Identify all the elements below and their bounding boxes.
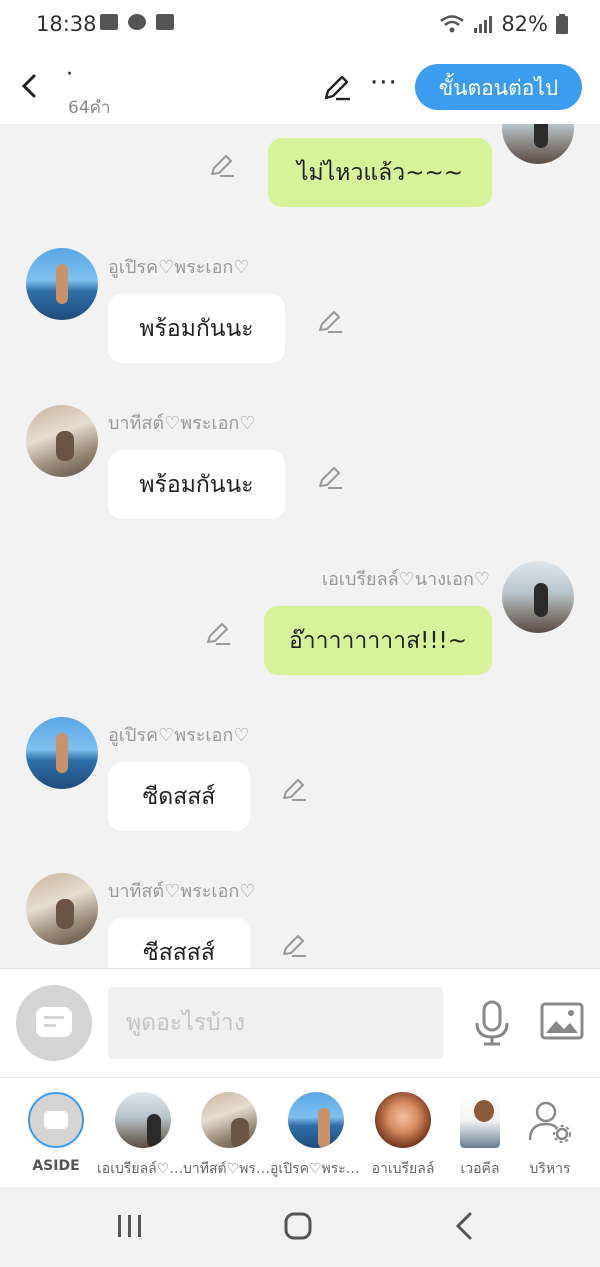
status-icons-left bbox=[100, 14, 174, 30]
message-bubble[interactable]: อ๊าาาาาาาาส!!!~ bbox=[264, 606, 492, 675]
sender-name: อูเปิรค♡พระเอก♡ bbox=[108, 257, 250, 278]
edit-message-icon[interactable] bbox=[280, 776, 308, 804]
message-input[interactable] bbox=[108, 987, 443, 1059]
next-step-button[interactable]: ขั้นตอนต่อไป bbox=[415, 64, 582, 110]
message-bubble[interactable]: พร้อมกันนะ bbox=[108, 294, 285, 363]
character-avatar bbox=[288, 1092, 344, 1148]
edit-message-icon[interactable] bbox=[204, 620, 232, 648]
message-composer bbox=[0, 968, 600, 1077]
message-bubble[interactable]: ไม่ไหวแล้ว~~~ bbox=[268, 138, 492, 207]
status-time: 18:38 bbox=[36, 12, 97, 36]
signal-icon bbox=[474, 16, 493, 33]
avatar-abriel[interactable] bbox=[502, 561, 574, 633]
avatar-baptiste[interactable] bbox=[26, 873, 98, 945]
aside-chat-icon bbox=[44, 1111, 68, 1129]
character-avatar bbox=[201, 1092, 257, 1148]
edit-message-icon[interactable] bbox=[316, 464, 344, 492]
character-label: เอเบรียลล์♡นางเอก♡ bbox=[97, 1161, 189, 1177]
character-label: อูเปิรค♡พระเอก♡ bbox=[270, 1161, 362, 1177]
home-icon[interactable] bbox=[283, 1211, 313, 1241]
recent-apps-icon[interactable] bbox=[116, 1213, 144, 1239]
sender-name: อูเปิรค♡พระเอก♡ bbox=[108, 725, 250, 746]
message-bubble[interactable]: ซีดสสส์ bbox=[108, 762, 250, 831]
character-abriel[interactable]: เอเบรียลล์♡นางเอก♡ bbox=[97, 1078, 189, 1188]
image-icon bbox=[100, 14, 118, 30]
message-bubble[interactable]: พร้อมกันนะ bbox=[108, 450, 285, 519]
story-title: · bbox=[66, 62, 73, 87]
avatar-baptiste[interactable] bbox=[26, 405, 98, 477]
battery-percent: 82% bbox=[501, 12, 548, 36]
edit-pencil-icon[interactable] bbox=[322, 72, 352, 102]
character-avatar bbox=[460, 1092, 500, 1148]
character-label: บาทีสต์♡พระเอก♡ bbox=[183, 1161, 275, 1177]
top-app-bar: · 64คำ ··· ขั้นตอนต่อไป bbox=[0, 50, 600, 124]
avatar-upirk[interactable] bbox=[26, 248, 98, 320]
status-bar: 18:38 82% bbox=[0, 0, 600, 50]
word-count: 64คำ bbox=[68, 98, 111, 118]
cast-icon bbox=[128, 14, 146, 30]
message-bubble[interactable]: ซีสสสส์ bbox=[108, 918, 250, 968]
microphone-icon[interactable] bbox=[472, 999, 512, 1047]
system-back-icon[interactable] bbox=[452, 1211, 476, 1241]
character-avatar bbox=[115, 1092, 171, 1148]
back-arrow-icon[interactable] bbox=[16, 68, 46, 104]
aside-avatar bbox=[28, 1092, 84, 1148]
aside-chat-icon bbox=[36, 1007, 72, 1037]
folder-icon bbox=[156, 14, 174, 30]
avatar-abriel[interactable] bbox=[502, 124, 574, 164]
image-picker-icon[interactable] bbox=[540, 1001, 584, 1041]
character-aside[interactable]: ASIDE bbox=[16, 1078, 96, 1188]
character-baptiste[interactable]: บาทีสต์♡พระเอก♡ bbox=[183, 1078, 275, 1188]
wifi-icon bbox=[440, 15, 465, 33]
sender-name: บาทีสต์♡พระเอก♡ bbox=[108, 881, 256, 902]
chat-messages[interactable]: ไม่ไหวแล้ว~~~ อูเปิรค♡พระเอก♡ พร้อมกันนะ… bbox=[0, 124, 600, 968]
character-abriel-2[interactable]: อาเบรียลล์ bbox=[363, 1078, 443, 1188]
edit-message-icon[interactable] bbox=[280, 932, 308, 960]
aside-toggle-button[interactable] bbox=[16, 985, 92, 1061]
character-selector: ASIDE เอเบรียลล์♡นางเอก♡ บาทีสต์♡พระเอก♡… bbox=[0, 1077, 600, 1188]
character-upirk[interactable]: อูเปิรค♡พระเอก♡ bbox=[270, 1078, 362, 1188]
edit-message-icon[interactable] bbox=[208, 152, 236, 180]
battery-icon bbox=[556, 14, 568, 34]
more-options-icon[interactable]: ··· bbox=[370, 68, 398, 98]
edit-message-icon[interactable] bbox=[316, 308, 344, 336]
character-avatar bbox=[375, 1092, 431, 1148]
sender-name: เอเบรียลล์♡นางเอก♡ bbox=[321, 569, 490, 590]
character-label: ASIDE bbox=[32, 1158, 80, 1174]
avatar-upirk[interactable] bbox=[26, 717, 98, 789]
sender-name: บาทีสต์♡พระเอก♡ bbox=[108, 413, 256, 434]
manage-characters-button[interactable]: บริหาร bbox=[510, 1078, 590, 1188]
character-label: บริหาร bbox=[529, 1161, 571, 1177]
status-icons-right: 82% bbox=[439, 12, 568, 36]
system-nav-bar bbox=[0, 1187, 600, 1267]
person-settings-icon bbox=[528, 1101, 571, 1143]
